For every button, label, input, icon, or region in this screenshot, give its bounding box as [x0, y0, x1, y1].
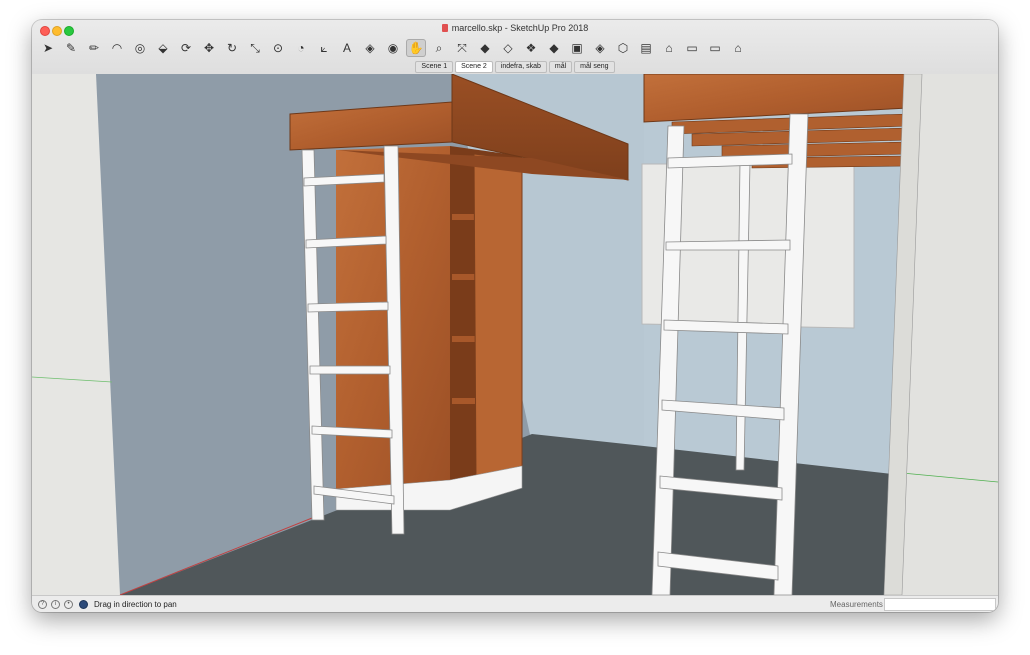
zoom-tool-button[interactable]: ⌕: [429, 39, 449, 57]
eraser-tool-button[interactable]: ✎: [61, 39, 81, 57]
axes-tool-button[interactable]: ⟀: [314, 39, 334, 57]
offset-tool-button[interactable]: ⟳: [176, 39, 196, 57]
arrow-icon: ➤: [42, 41, 54, 55]
select-tool-button[interactable]: ➤: [38, 39, 58, 57]
scene-tab[interactable]: Scene 1: [415, 61, 454, 73]
right-view-icon: ▭: [686, 41, 698, 55]
text-tool-button[interactable]: A: [337, 39, 357, 57]
move-tool-button[interactable]: ✥: [199, 39, 219, 57]
top-view-button[interactable]: ▤: [636, 39, 656, 57]
measurements-label: Measurements: [830, 600, 883, 609]
ruby-icon: ◆: [549, 41, 559, 55]
line-tool-button[interactable]: ✏: [84, 39, 104, 57]
orbit-icon: ◉: [387, 41, 399, 55]
rotate-tool-button[interactable]: ↻: [222, 39, 242, 57]
main-toolbar: ➤ ✎ ✏ ◠ ◎ ⬙ ⟳ ✥ ↻ ⤡ ⊙ ◔ ⟀ A ◈ ◉ ✋ ⌕ ⤧ ◆ ◇ ❖ ◆ ▣ ◈ ⬡ ▤ ⌂ ▭ ▭ ⌂: [38, 38, 751, 58]
iso-view-button[interactable]: ⬡: [613, 39, 633, 57]
pan-tool-button[interactable]: ✋: [406, 39, 426, 57]
protractor-tool-button[interactable]: ◔: [291, 39, 311, 57]
back-view-button[interactable]: ▭: [705, 39, 725, 57]
extension-tool-button[interactable]: ◇: [498, 39, 518, 57]
window-title-wrap: marcello.skp - SketchUp Pro 2018: [32, 23, 998, 33]
warehouse-icon: ◆: [480, 41, 490, 55]
model-scene: [32, 73, 998, 596]
shape-tool-button[interactable]: ◎: [130, 39, 150, 57]
measurements-field[interactable]: [884, 598, 996, 611]
iso-icon: ⬡: [617, 41, 629, 55]
hand-icon: ✋: [408, 41, 424, 55]
scale-icon: ⤡: [250, 40, 260, 55]
layout-icon: ▣: [571, 41, 583, 55]
move-icon: ✥: [203, 41, 215, 55]
arc-tool-button[interactable]: ◠: [107, 39, 127, 57]
model-viewport[interactable]: [32, 73, 998, 596]
magnifier-icon: ⌕: [435, 40, 443, 55]
ruby-tool-button[interactable]: ◆: [544, 39, 564, 57]
protractor-icon: ◔: [297, 41, 305, 55]
scene-tab[interactable]: mål seng: [574, 61, 615, 73]
left-view-button[interactable]: ⌂: [728, 39, 748, 57]
arc-icon: ◠: [111, 41, 123, 55]
back-view-icon: ▭: [709, 41, 721, 55]
paint-bucket-icon: ◈: [365, 41, 375, 55]
front-view-button[interactable]: ⌂: [659, 39, 679, 57]
component-tool-button[interactable]: ❖: [521, 39, 541, 57]
scene-tab[interactable]: indefra, skab: [494, 61, 547, 73]
user-icon[interactable]: •: [64, 600, 73, 609]
offset-icon: ⟳: [180, 41, 192, 55]
pencil-icon: ✏: [88, 41, 100, 55]
circle-icon: ◎: [134, 41, 146, 55]
cabinet-door: [473, 153, 523, 479]
layout-tool-button[interactable]: ▣: [567, 39, 587, 57]
zoom-extents-tool-button[interactable]: ⤧: [452, 39, 472, 57]
component-icon: ❖: [525, 41, 537, 55]
document-icon: [441, 24, 448, 32]
status-hint: Drag in direction to pan: [94, 600, 177, 609]
tape-measure-icon: ⊙: [272, 41, 284, 55]
window-title: marcello.skp - SketchUp Pro 2018: [451, 23, 589, 33]
extension-icon: ◇: [503, 41, 513, 55]
top-view-icon: ▤: [640, 41, 652, 55]
rotate-icon: ↻: [226, 41, 238, 55]
style-tool-button[interactable]: ◈: [590, 39, 610, 57]
instructor-icon[interactable]: [79, 600, 88, 609]
scene-tab[interactable]: mål: [548, 61, 573, 73]
left-view-icon: ⌂: [734, 41, 742, 55]
geo-location-icon[interactable]: ?: [38, 600, 47, 609]
scene-tab[interactable]: Scene 2: [455, 61, 493, 73]
text-icon: A: [342, 41, 351, 55]
sketchup-window: marcello.skp - SketchUp Pro 2018 ➤ ✎ ✏ ◠ ◎ ⬙ ⟳…: [32, 20, 998, 612]
pushpull-icon: ⬙: [158, 41, 168, 55]
status-bar: ? i • Drag in direction to pan Measureme…: [32, 595, 998, 612]
orbit-tool-button[interactable]: ◉: [383, 39, 403, 57]
right-view-button[interactable]: ▭: [682, 39, 702, 57]
tape-tool-button[interactable]: ⊙: [268, 39, 288, 57]
scene-tabs: Scene 1 Scene 2 indefra, skab mål mål seng: [32, 61, 998, 73]
axes-icon: ⟀: [320, 40, 328, 55]
style-icon: ◈: [595, 41, 605, 55]
zoom-extents-icon: ⤧: [457, 40, 467, 55]
front-view-icon: ⌂: [665, 41, 673, 55]
credits-icon[interactable]: i: [51, 600, 60, 609]
paint-tool-button[interactable]: ◈: [360, 39, 380, 57]
3dwarehouse-tool-button[interactable]: ◆: [475, 39, 495, 57]
eraser-icon: ✎: [65, 41, 77, 55]
pushpull-tool-button[interactable]: ⬙: [153, 39, 173, 57]
scale-tool-button[interactable]: ⤡: [245, 39, 265, 57]
